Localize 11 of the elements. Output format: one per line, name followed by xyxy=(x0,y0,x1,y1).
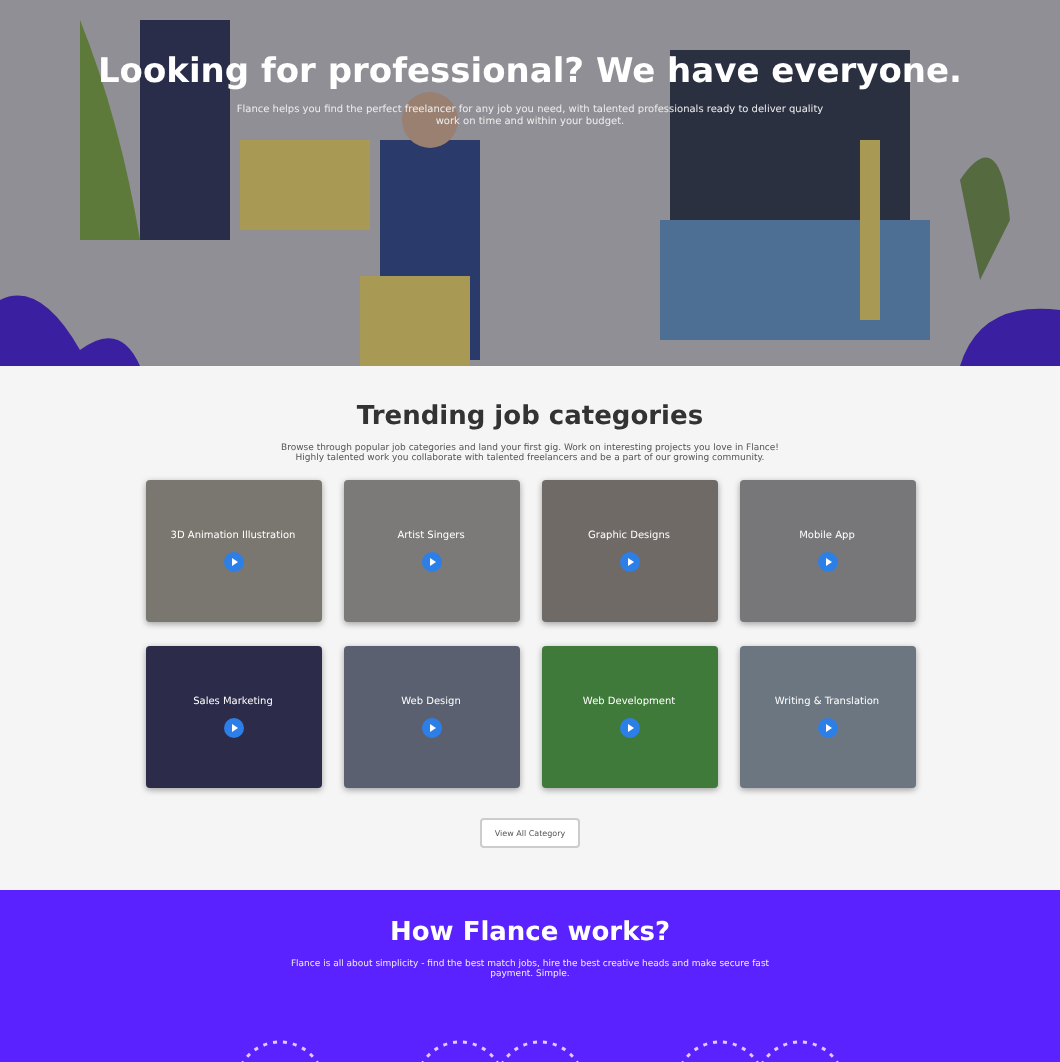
section-title: Trending job categories xyxy=(356,402,704,432)
play-icon xyxy=(619,552,639,572)
play-icon xyxy=(817,718,837,738)
play-icon xyxy=(421,552,441,572)
play-icon xyxy=(619,718,639,738)
play-icon xyxy=(223,718,243,738)
section-title: How Flance works? xyxy=(389,918,671,948)
hero-title: Looking for professional? We have everyone. xyxy=(97,52,963,92)
play-icon xyxy=(223,552,243,572)
play-icon xyxy=(817,552,837,572)
play-icon xyxy=(421,718,441,738)
